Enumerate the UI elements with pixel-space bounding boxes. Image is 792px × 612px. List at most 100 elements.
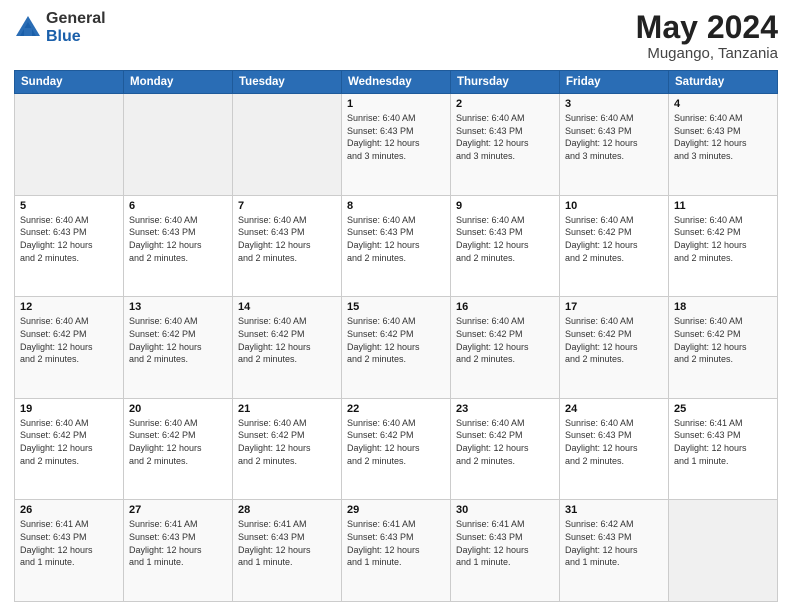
day-number: 31 (565, 504, 663, 516)
day-number: 1 (347, 98, 445, 110)
day-number: 17 (565, 301, 663, 313)
day-number: 30 (456, 504, 554, 516)
day-info: Sunrise: 6:41 AM Sunset: 6:43 PM Dayligh… (347, 518, 445, 568)
day-number: 26 (20, 504, 118, 516)
day-header-tuesday: Tuesday (233, 71, 342, 94)
calendar-week-1: 5 Sunrise: 6:40 AM Sunset: 6:43 PM Daylig… (15, 195, 778, 297)
day-number: 7 (238, 200, 336, 212)
calendar-cell: 12 Sunrise: 6:40 AM Sunset: 6:42 PM Dayli… (15, 297, 124, 399)
day-header-friday: Friday (560, 71, 669, 94)
calendar-cell (233, 94, 342, 196)
day-header-wednesday: Wednesday (342, 71, 451, 94)
calendar-cell: 31 Sunrise: 6:42 AM Sunset: 6:43 PM Dayli… (560, 500, 669, 602)
day-info: Sunrise: 6:41 AM Sunset: 6:43 PM Dayligh… (20, 518, 118, 568)
calendar-cell: 29 Sunrise: 6:41 AM Sunset: 6:43 PM Dayli… (342, 500, 451, 602)
calendar-cell: 24 Sunrise: 6:40 AM Sunset: 6:43 PM Dayli… (560, 398, 669, 500)
day-info: Sunrise: 6:42 AM Sunset: 6:43 PM Dayligh… (565, 518, 663, 568)
day-info: Sunrise: 6:40 AM Sunset: 6:43 PM Dayligh… (129, 214, 227, 264)
calendar-cell (124, 94, 233, 196)
logo-text: General Blue (46, 10, 106, 45)
day-number: 10 (565, 200, 663, 212)
logo: General Blue (14, 10, 106, 45)
calendar-cell: 22Sunrise: 6:40 AM Sunset: 6:42 PM Dayli… (342, 398, 451, 500)
calendar-cell: 6 Sunrise: 6:40 AM Sunset: 6:43 PM Daylig… (124, 195, 233, 297)
day-info: Sunrise: 6:40 AM Sunset: 6:42 PM Dayligh… (674, 315, 772, 365)
day-number: 20 (129, 403, 227, 415)
day-info: Sunrise: 6:40 AM Sunset: 6:42 PM Dayligh… (456, 417, 554, 467)
calendar-cell: 15 Sunrise: 6:40 AM Sunset: 6:42 PM Dayli… (342, 297, 451, 399)
day-info: Sunrise: 6:40 AM Sunset: 6:42 PM Dayligh… (456, 315, 554, 365)
day-number: 28 (238, 504, 336, 516)
day-number: 15 (347, 301, 445, 313)
day-number: 3 (565, 98, 663, 110)
day-info: Sunrise: 6:40 AM Sunset: 6:43 PM Dayligh… (456, 214, 554, 264)
day-number: 21 (238, 403, 336, 415)
day-number: 12 (20, 301, 118, 313)
day-number: 13 (129, 301, 227, 313)
calendar-cell: 20 Sunrise: 6:40 AM Sunset: 6:42 PM Dayli… (124, 398, 233, 500)
day-number: 2 (456, 98, 554, 110)
day-number: 11 (674, 200, 772, 212)
logo-general-text: General (46, 10, 106, 28)
day-number: 9 (456, 200, 554, 212)
day-info: Sunrise: 6:40 AM Sunset: 6:42 PM Dayligh… (129, 315, 227, 365)
day-number: 16 (456, 301, 554, 313)
calendar-cell: 10 Sunrise: 6:40 AM Sunset: 6:42 PM Dayli… (560, 195, 669, 297)
day-number: 18 (674, 301, 772, 313)
day-info: Sunrise: 6:40 AM Sunset: 6:42 PM Dayligh… (20, 417, 118, 467)
day-number: 24 (565, 403, 663, 415)
calendar-cell: 16 Sunrise: 6:40 AM Sunset: 6:42 PM Dayli… (451, 297, 560, 399)
day-header-sunday: Sunday (15, 71, 124, 94)
calendar-cell: 21Sunrise: 6:40 AM Sunset: 6:42 PM Dayli… (233, 398, 342, 500)
calendar-week-4: 26 Sunrise: 6:41 AM Sunset: 6:43 PM Dayli… (15, 500, 778, 602)
day-info: Sunrise: 6:40 AM Sunset: 6:43 PM Dayligh… (238, 214, 336, 264)
calendar-cell: 17 Sunrise: 6:40 AM Sunset: 6:42 PM Dayli… (560, 297, 669, 399)
day-info: Sunrise: 6:40 AM Sunset: 6:43 PM Dayligh… (456, 112, 554, 162)
calendar-cell: 4 Sunrise: 6:40 AM Sunset: 6:43 PM Daylig… (669, 94, 778, 196)
calendar-cell: 18 Sunrise: 6:40 AM Sunset: 6:42 PM Dayli… (669, 297, 778, 399)
day-info: Sunrise: 6:40 AM Sunset: 6:43 PM Dayligh… (565, 112, 663, 162)
calendar-cell: 2 Sunrise: 6:40 AM Sunset: 6:43 PM Daylig… (451, 94, 560, 196)
day-number: 6 (129, 200, 227, 212)
calendar-cell: 13 Sunrise: 6:40 AM Sunset: 6:42 PM Dayli… (124, 297, 233, 399)
logo-icon (14, 14, 42, 42)
day-info: Sunrise: 6:40 AM Sunset: 6:42 PM Dayligh… (565, 214, 663, 264)
day-info: Sunrise: 6:41 AM Sunset: 6:43 PM Dayligh… (238, 518, 336, 568)
day-number: 8 (347, 200, 445, 212)
day-number: 4 (674, 98, 772, 110)
day-number: 25 (674, 403, 772, 415)
day-info: Sunrise: 6:40 AM Sunset: 6:43 PM Dayligh… (565, 417, 663, 467)
day-number: 22 (347, 403, 445, 415)
calendar-cell: 11 Sunrise: 6:40 AM Sunset: 6:42 PM Dayli… (669, 195, 778, 297)
location: Mugango, Tanzania (636, 45, 778, 62)
day-number: 19 (20, 403, 118, 415)
day-info: Sunrise: 6:40 AM Sunset: 6:42 PM Dayligh… (674, 214, 772, 264)
day-number: 14 (238, 301, 336, 313)
day-info: Sunrise: 6:40 AM Sunset: 6:43 PM Dayligh… (674, 112, 772, 162)
calendar-cell: 7 Sunrise: 6:40 AM Sunset: 6:43 PM Daylig… (233, 195, 342, 297)
day-header-monday: Monday (124, 71, 233, 94)
page: General Blue May 2024 Mugango, Tanzania … (0, 0, 792, 612)
day-info: Sunrise: 6:40 AM Sunset: 6:42 PM Dayligh… (347, 315, 445, 365)
calendar-cell (669, 500, 778, 602)
day-info: Sunrise: 6:40 AM Sunset: 6:43 PM Dayligh… (20, 214, 118, 264)
day-info: Sunrise: 6:40 AM Sunset: 6:42 PM Dayligh… (238, 315, 336, 365)
calendar-cell: 1Sunrise: 6:40 AM Sunset: 6:43 PM Daylig… (342, 94, 451, 196)
calendar-cell: 14 Sunrise: 6:40 AM Sunset: 6:42 PM Dayli… (233, 297, 342, 399)
calendar-cell: 19 Sunrise: 6:40 AM Sunset: 6:42 PM Dayli… (15, 398, 124, 500)
calendar-cell (15, 94, 124, 196)
day-info: Sunrise: 6:40 AM Sunset: 6:42 PM Dayligh… (129, 417, 227, 467)
calendar-week-3: 19 Sunrise: 6:40 AM Sunset: 6:42 PM Dayli… (15, 398, 778, 500)
day-number: 5 (20, 200, 118, 212)
day-info: Sunrise: 6:41 AM Sunset: 6:43 PM Dayligh… (456, 518, 554, 568)
day-number: 27 (129, 504, 227, 516)
day-info: Sunrise: 6:40 AM Sunset: 6:42 PM Dayligh… (565, 315, 663, 365)
calendar-cell: 5 Sunrise: 6:40 AM Sunset: 6:43 PM Daylig… (15, 195, 124, 297)
day-info: Sunrise: 6:40 AM Sunset: 6:42 PM Dayligh… (20, 315, 118, 365)
calendar-cell: 30 Sunrise: 6:41 AM Sunset: 6:43 PM Dayli… (451, 500, 560, 602)
calendar-cell: 3 Sunrise: 6:40 AM Sunset: 6:43 PM Daylig… (560, 94, 669, 196)
day-number: 29 (347, 504, 445, 516)
day-info: Sunrise: 6:40 AM Sunset: 6:43 PM Dayligh… (347, 214, 445, 264)
title-block: May 2024 Mugango, Tanzania (636, 10, 778, 62)
header: General Blue May 2024 Mugango, Tanzania (14, 10, 778, 62)
